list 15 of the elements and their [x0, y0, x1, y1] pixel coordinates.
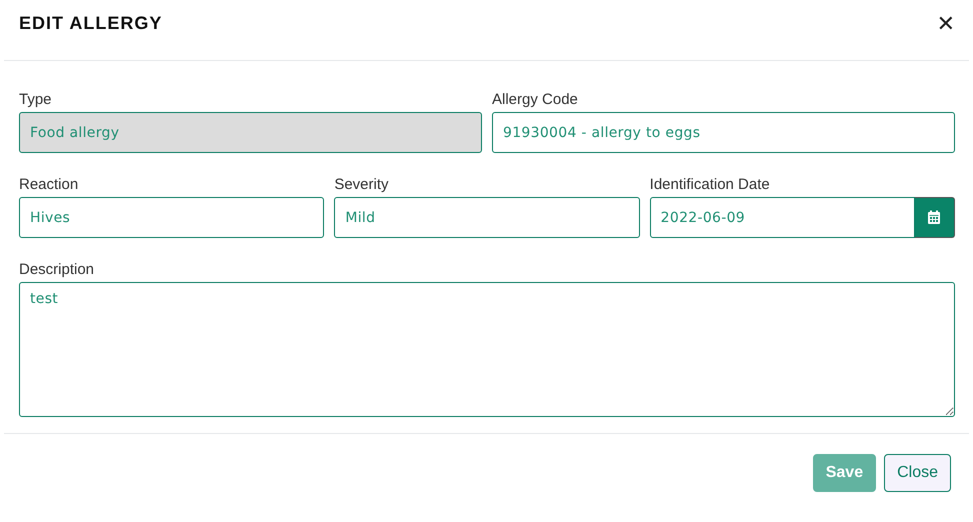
description-field[interactable]: test — [19, 282, 955, 417]
calendar-button[interactable] — [914, 197, 955, 238]
date-field[interactable]: 2022-06-09 — [650, 197, 915, 238]
field-label: Reaction — [19, 176, 80, 193]
calendar-icon — [927, 210, 942, 225]
field-label: Type — [19, 91, 53, 108]
field-label: Identification Date — [650, 176, 771, 193]
text-field[interactable]: Hives — [19, 197, 324, 238]
field-label: Description — [19, 261, 96, 278]
close-button[interactable]: Close — [884, 454, 951, 492]
text-field[interactable]: Mild — [334, 197, 640, 238]
dialog-title: EDIT ALLERGY — [19, 12, 162, 34]
field-label: Allergy Code — [492, 91, 579, 108]
text-field[interactable]: 91930004 - allergy to eggs — [492, 112, 955, 153]
field-label: Severity — [334, 176, 390, 193]
